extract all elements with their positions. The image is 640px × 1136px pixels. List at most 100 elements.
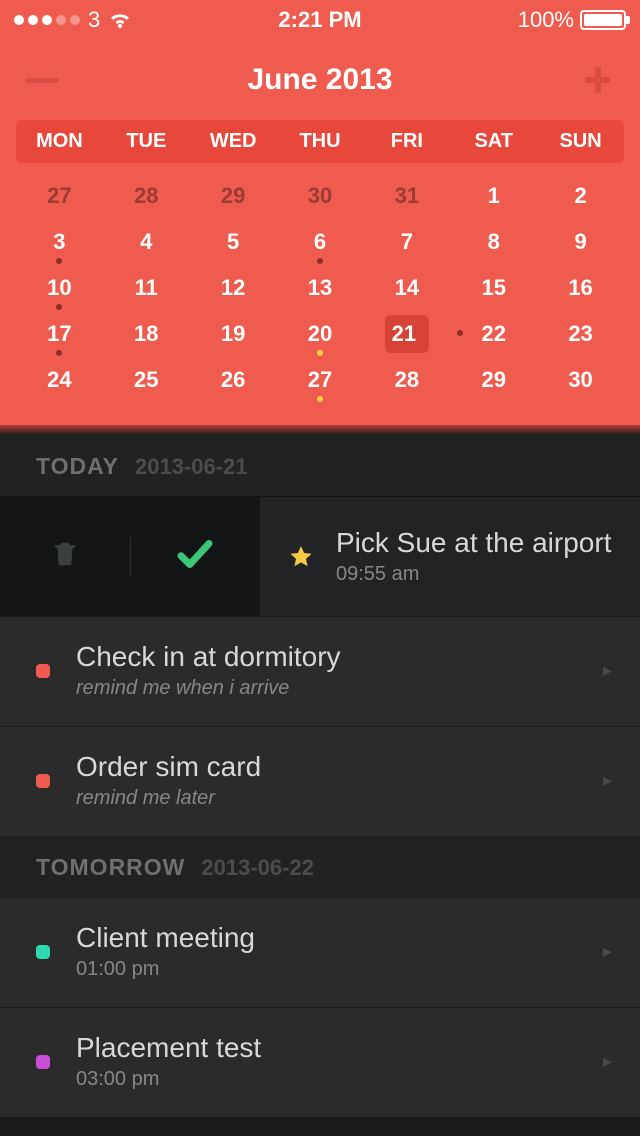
calendar-day[interactable]: 21 <box>363 311 450 357</box>
calendar-day[interactable]: 16 <box>537 265 624 311</box>
weekday-sun: SUN <box>537 120 624 163</box>
task-row[interactable]: Check in at dormitory remind me when i a… <box>0 616 640 726</box>
calendar-day[interactable]: 10 <box>16 265 103 311</box>
calendar-day[interactable]: 29 <box>450 357 537 403</box>
calendar-day[interactable]: 22 <box>450 311 537 357</box>
chevron-right-icon: ▸ <box>603 660 612 681</box>
calendar-day[interactable]: 6 <box>277 219 364 265</box>
task-title: Check in at dormitory <box>76 641 603 673</box>
calendar-day[interactable]: 27 <box>16 173 103 219</box>
task-row[interactable]: Order sim card remind me later ▸ <box>0 726 640 836</box>
task-subtitle: remind me later <box>76 787 603 810</box>
task-subtitle: 09:55 am <box>336 563 640 586</box>
task-content[interactable]: Pick Sue at the airport 09:55 am <box>260 497 640 616</box>
task-title: Pick Sue at the airport <box>336 527 640 559</box>
chevron-right-icon: ▸ <box>603 770 612 791</box>
calendar-day[interactable]: 14 <box>363 265 450 311</box>
section-label: TOMORROW <box>36 854 185 881</box>
task-color-tag <box>36 1055 50 1069</box>
trash-icon <box>50 539 80 574</box>
weekday-thu: THU <box>277 120 364 163</box>
task-row[interactable]: Client meeting 01:00 pm ▸ <box>0 897 640 1007</box>
calendar-shadow <box>0 425 640 435</box>
task-color-tag <box>36 664 50 678</box>
task-row[interactable]: Placement test 03:00 pm ▸ <box>0 1007 640 1117</box>
add-button[interactable] <box>576 58 620 102</box>
calendar-day[interactable]: 28 <box>363 357 450 403</box>
calendar-weekday-header: MON TUE WED THU FRI SAT SUN <box>16 120 624 163</box>
weekday-mon: MON <box>16 120 103 163</box>
status-bar: 3 2:21 PM 100% <box>0 0 640 40</box>
calendar-day[interactable]: 5 <box>190 219 277 265</box>
weekday-fri: FRI <box>363 120 450 163</box>
calendar-day[interactable]: 7 <box>363 219 450 265</box>
event-dot-icon <box>317 396 323 402</box>
section-label: TODAY <box>36 453 119 480</box>
calendar-day[interactable]: 25 <box>103 357 190 403</box>
task-subtitle: 03:00 pm <box>76 1068 603 1091</box>
calendar-day[interactable]: 27 <box>277 357 364 403</box>
calendar-day[interactable]: 23 <box>537 311 624 357</box>
signal-strength-icon <box>14 15 80 25</box>
calendar-day[interactable]: 29 <box>190 173 277 219</box>
complete-action[interactable] <box>131 533 261 580</box>
chevron-right-icon: ▸ <box>603 941 612 962</box>
weekday-sat: SAT <box>450 120 537 163</box>
task-subtitle: 01:00 pm <box>76 958 603 981</box>
menu-button[interactable] <box>20 58 64 102</box>
task-subtitle: remind me when i arrive <box>76 677 603 700</box>
calendar-day[interactable]: 24 <box>16 357 103 403</box>
calendar-day[interactable]: 30 <box>537 357 624 403</box>
calendar-day[interactable]: 31 <box>363 173 450 219</box>
section-header-tomorrow: TOMORROW 2013-06-22 <box>0 836 640 897</box>
event-dot-icon <box>317 350 323 356</box>
event-dot-icon <box>317 258 323 264</box>
calendar-day[interactable]: 2 <box>537 173 624 219</box>
calendar-day[interactable]: 8 <box>450 219 537 265</box>
delete-action[interactable] <box>0 539 130 574</box>
calendar-day[interactable]: 15 <box>450 265 537 311</box>
task-title: Client meeting <box>76 922 603 954</box>
calendar-day[interactable]: 12 <box>190 265 277 311</box>
battery-indicator: 100% <box>518 7 626 33</box>
task-color-tag <box>36 774 50 788</box>
calendar-day[interactable]: 19 <box>190 311 277 357</box>
section-header-today: TODAY 2013-06-21 <box>0 435 640 496</box>
hamburger-icon <box>25 78 59 83</box>
calendar-day[interactable]: 4 <box>103 219 190 265</box>
calendar-day[interactable]: 18 <box>103 311 190 357</box>
calendar-day[interactable]: 3 <box>16 219 103 265</box>
calendar-day[interactable]: 13 <box>277 265 364 311</box>
section-date: 2013-06-22 <box>201 855 314 881</box>
carrier-label: 3 <box>88 7 100 33</box>
event-dot-icon <box>56 350 62 356</box>
weekday-wed: WED <box>190 120 277 163</box>
plus-icon <box>581 63 615 97</box>
status-time: 2:21 PM <box>218 7 422 33</box>
event-dot-icon <box>56 304 62 310</box>
calendar-day[interactable]: 1 <box>450 173 537 219</box>
calendar-day[interactable]: 20 <box>277 311 364 357</box>
calendar-day[interactable]: 9 <box>537 219 624 265</box>
task-row-swiped[interactable]: Pick Sue at the airport 09:55 am <box>0 496 640 616</box>
task-title: Placement test <box>76 1032 603 1064</box>
section-date: 2013-06-21 <box>135 454 248 480</box>
event-dot-icon <box>56 258 62 264</box>
calendar-day[interactable]: 26 <box>190 357 277 403</box>
swipe-actions <box>0 497 260 616</box>
star-icon <box>288 544 314 570</box>
calendar-grid: 2728293031123456789101112131415161718192… <box>16 173 624 403</box>
calendar-day[interactable]: 17 <box>16 311 103 357</box>
app-header: June 2013 <box>0 40 640 108</box>
wifi-icon <box>108 8 132 32</box>
calendar-day[interactable]: 30 <box>277 173 364 219</box>
calendar-day[interactable]: 11 <box>103 265 190 311</box>
weekday-tue: TUE <box>103 120 190 163</box>
task-color-tag <box>36 945 50 959</box>
check-icon <box>174 533 216 580</box>
battery-percent: 100% <box>518 7 574 33</box>
header-title: June 2013 <box>64 63 576 97</box>
calendar-day[interactable]: 28 <box>103 173 190 219</box>
calendar: MON TUE WED THU FRI SAT SUN 272829303112… <box>0 108 640 425</box>
chevron-right-icon: ▸ <box>603 1051 612 1072</box>
